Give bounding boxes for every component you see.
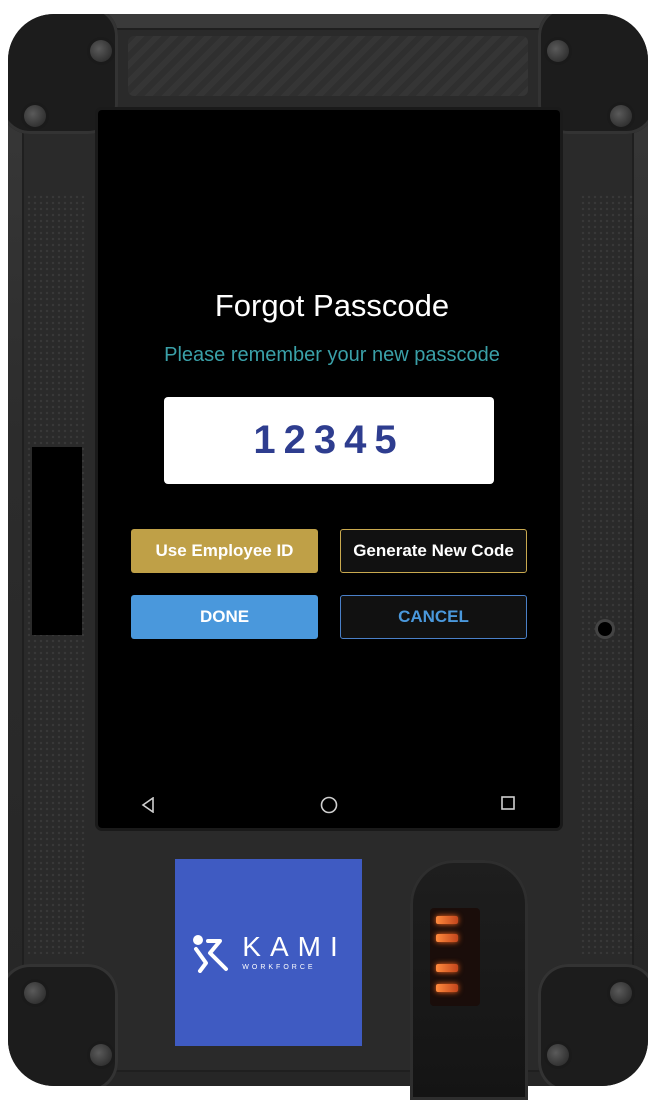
screw-icon	[547, 40, 569, 62]
screw-icon	[610, 105, 632, 127]
screw-icon	[547, 1044, 569, 1066]
use-employee-id-button[interactable]: Use Employee ID	[131, 529, 318, 573]
screw-icon	[610, 982, 632, 1004]
sensor-led	[436, 964, 458, 972]
cancel-button[interactable]: CANCEL	[340, 595, 527, 639]
kami-wordmark: KAMI WORKFORCE	[242, 930, 347, 973]
sensor-led	[436, 916, 458, 924]
page-title: Forgot Passcode	[214, 288, 450, 323]
recents-square-icon[interactable]	[497, 792, 519, 814]
kami-k-icon	[193, 934, 229, 973]
kami-logo: KAMI WORKFORCE	[175, 859, 362, 1046]
sensor-led	[436, 934, 458, 942]
screw-icon	[90, 40, 112, 62]
page-subtitle: Please remember your new passcode	[164, 344, 500, 366]
home-circle-icon[interactable]	[318, 794, 340, 816]
back-triangle-icon[interactable]	[137, 794, 159, 816]
corner-bumper-bl	[8, 964, 118, 1086]
generate-new-code-button[interactable]: Generate New Code	[340, 529, 527, 573]
top-grip	[128, 36, 528, 96]
passcode-value: 12345	[253, 418, 405, 462]
brand-tagline: WORKFORCE	[242, 963, 316, 971]
screw-icon	[24, 105, 46, 127]
brand-name: KAMI	[242, 930, 347, 962]
screw-icon	[90, 1044, 112, 1066]
side-port	[598, 622, 612, 636]
passcode-display: 12345	[164, 397, 494, 484]
corner-bumper-br	[538, 964, 648, 1086]
fingerprint-sensor-window	[430, 908, 480, 1006]
done-button[interactable]: DONE	[131, 595, 318, 639]
screw-icon	[24, 982, 46, 1004]
sensor-led	[436, 984, 458, 992]
side-card-slot	[32, 447, 82, 635]
